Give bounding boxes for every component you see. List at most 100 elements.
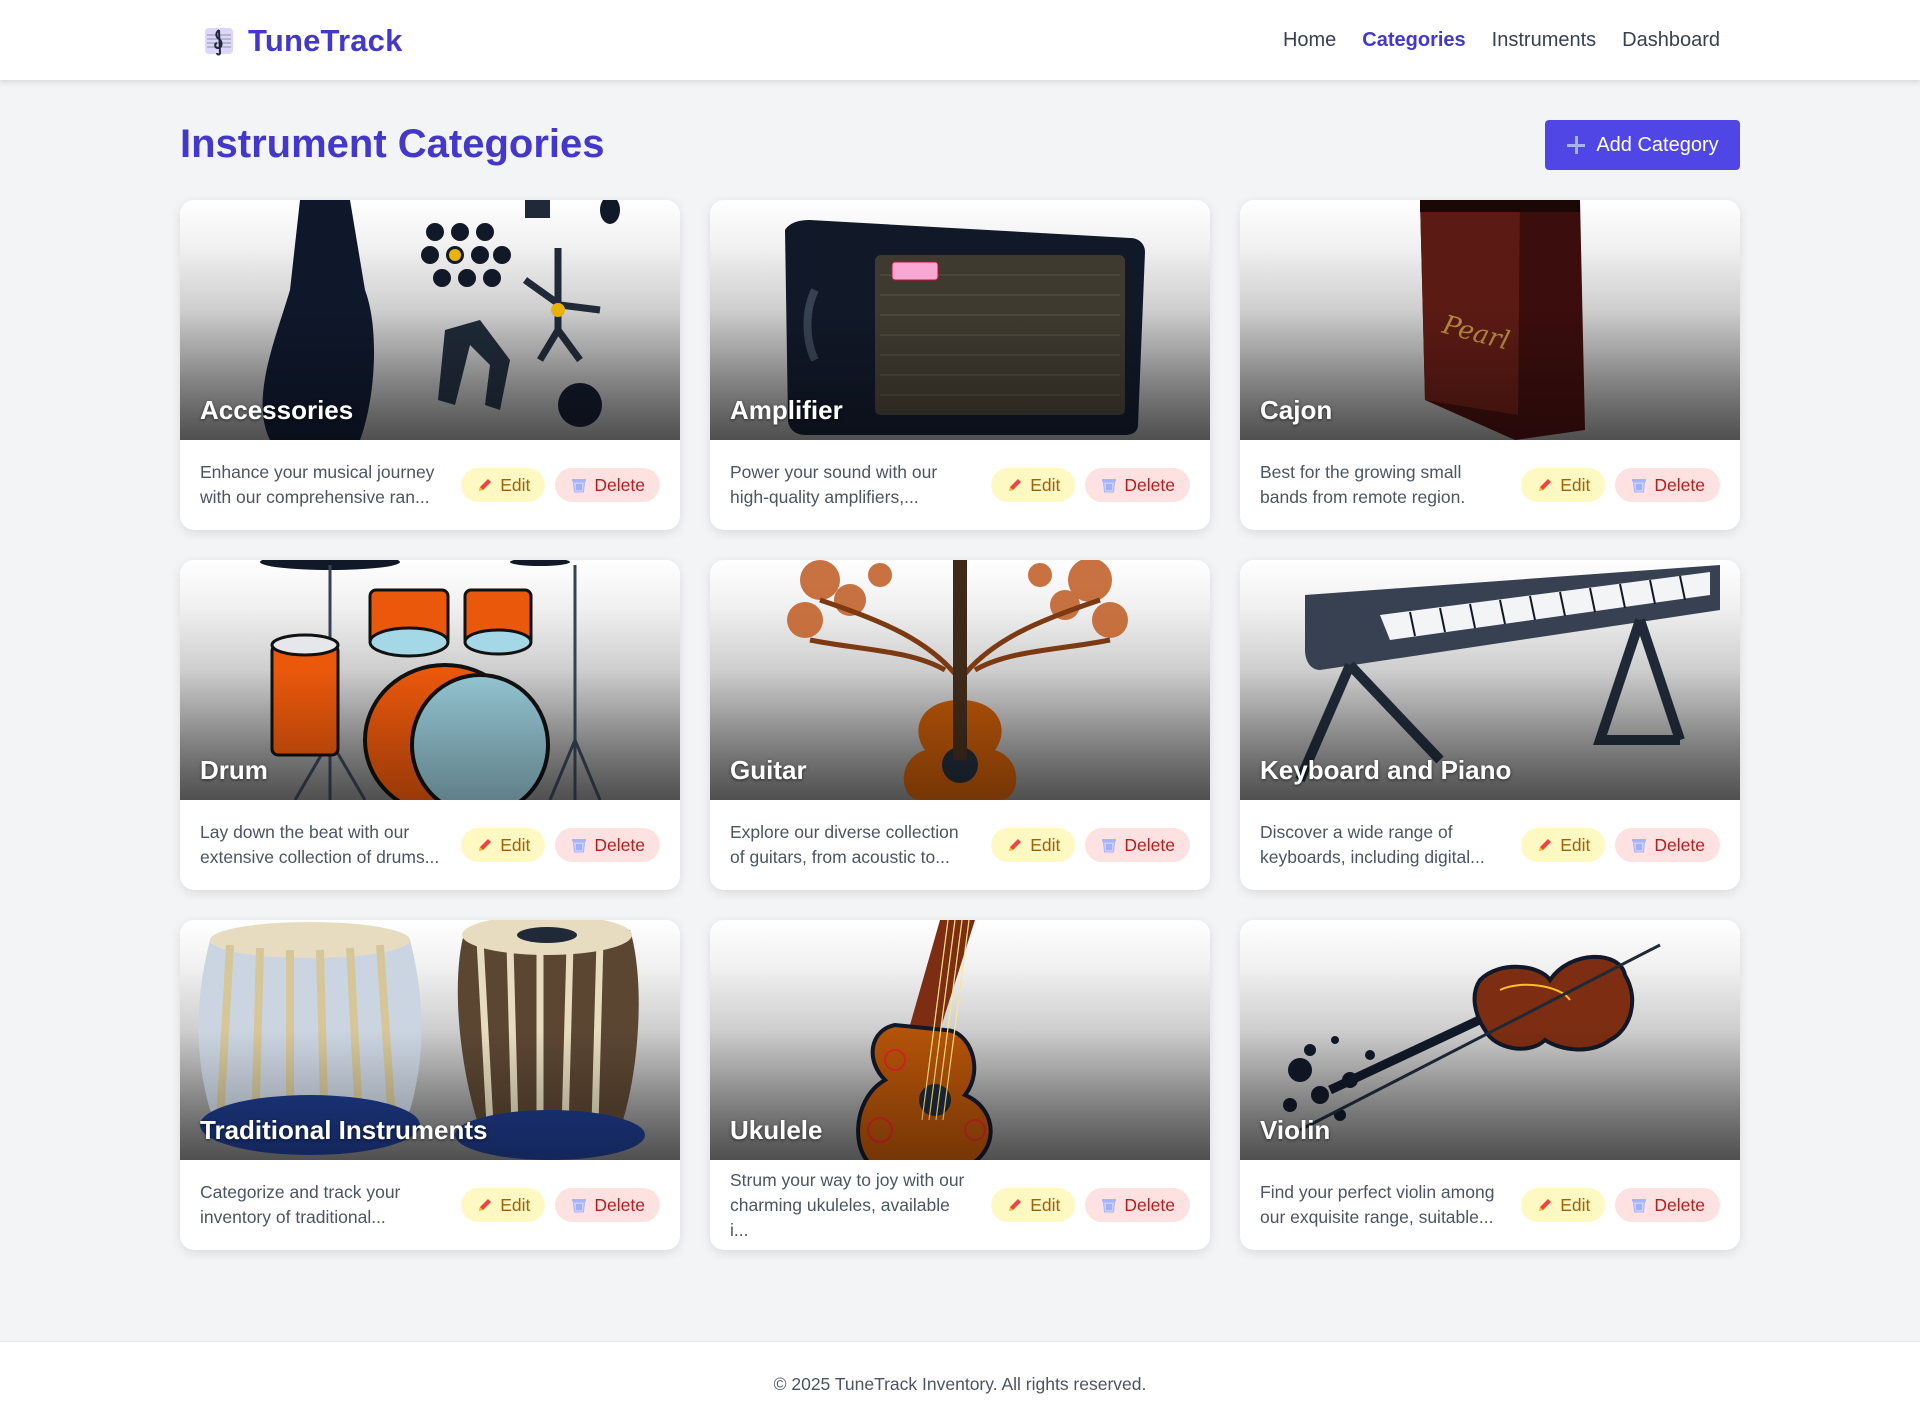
delete-button[interactable]: Delete [1085,1188,1190,1222]
category-title: Drum [200,755,268,785]
trash-icon [572,1199,587,1213]
category-title: Amplifier [730,395,843,425]
trash-icon [1102,839,1117,853]
trash-icon [1632,839,1647,853]
add-category-label: Add Category [1596,133,1719,156]
pencil-icon [479,839,492,851]
plus-icon [1566,135,1586,155]
category-title: Ukulele [730,1115,823,1145]
category-description: Categorize and track your inventory of t… [200,1182,401,1227]
edit-label: Edit [1560,834,1591,855]
nav-instruments[interactable]: Instruments [1492,29,1596,52]
category-grid: Accessories Enhance your musical journey… [180,200,1740,1250]
delete-label: Delete [1124,1194,1175,1215]
edit-button[interactable]: Edit [991,468,1076,502]
trash-icon [1102,479,1117,493]
edit-button[interactable]: Edit [991,1188,1076,1222]
pencil-icon [1009,479,1022,491]
page-title: Instrument Categories [180,122,605,166]
category-image: Guitar [710,560,1210,800]
edit-button[interactable]: Edit [1521,1188,1606,1222]
edit-button[interactable]: Edit [461,828,546,862]
category-image: Accessories [180,200,680,440]
delete-button[interactable]: Delete [1615,468,1720,502]
category-title: Violin [1260,1115,1331,1145]
edit-button[interactable]: Edit [1521,468,1606,502]
category-card: Violin Find your perfect violin among ou… [1240,920,1740,1250]
category-card: Ukulele Strum your way to joy with our c… [710,920,1210,1250]
card-body: Find your perfect violin among our exqui… [1240,1160,1740,1250]
edit-label: Edit [1560,1194,1591,1215]
card-actions: Edit Delete [991,828,1190,862]
delete-button[interactable]: Delete [1615,828,1720,862]
delete-button[interactable]: Delete [555,828,660,862]
delete-label: Delete [1654,474,1705,495]
pencil-icon [1009,839,1022,851]
trash-icon [1632,479,1647,493]
category-description: Strum your way to joy with our charming … [730,1169,965,1240]
trash-icon [572,839,587,853]
brand-link[interactable]: TuneTrack [202,22,403,60]
pencil-icon [1539,479,1552,491]
nav-categories[interactable]: Categories [1362,29,1465,52]
category-card: Pearl Cajon Best for the growing small b… [1240,200,1740,530]
add-category-button[interactable]: Add Category [1545,120,1740,170]
category-card: Traditional Instruments Categorize and t… [180,920,680,1250]
edit-label: Edit [500,834,531,855]
delete-label: Delete [594,1194,645,1215]
edit-button[interactable]: Edit [1521,828,1606,862]
category-title: Cajon [1260,395,1333,425]
category-title: Guitar [730,755,807,785]
category-image: Amplifier [710,200,1210,440]
edit-label: Edit [500,1194,531,1215]
pencil-icon [1539,839,1552,851]
category-title: Keyboard and Piano [1260,755,1512,785]
edit-label: Edit [500,474,531,495]
card-body: Strum your way to joy with our charming … [710,1160,1210,1250]
category-card: Amplifier Power your sound with our high… [710,200,1210,530]
card-body: Best for the growing small bands from re… [1240,440,1740,530]
card-body: Categorize and track your inventory of t… [180,1160,680,1250]
delete-label: Delete [1124,474,1175,495]
delete-label: Delete [594,474,645,495]
category-description: Explore our diverse collection of guitar… [730,822,959,867]
card-actions: Edit Delete [461,828,660,862]
pencil-icon [479,479,492,491]
trash-icon [1632,1199,1647,1213]
edit-button[interactable]: Edit [991,828,1076,862]
category-description: Lay down the beat with our extensive col… [200,822,440,867]
category-card: Guitar Explore our diverse collection of… [710,560,1210,890]
edit-button[interactable]: Edit [461,468,546,502]
category-description: Discover a wide range of keyboards, incl… [1260,822,1485,867]
card-body: Lay down the beat with our extensive col… [180,800,680,890]
nav-dashboard[interactable]: Dashboard [1622,29,1720,52]
delete-label: Delete [1654,1194,1705,1215]
pencil-icon [1009,1199,1022,1211]
delete-button[interactable]: Delete [1085,828,1190,862]
edit-button[interactable]: Edit [461,1188,546,1222]
delete-button[interactable]: Delete [555,1188,660,1222]
category-card: Keyboard and Piano Discover a wide range… [1240,560,1740,890]
trash-icon [1102,1199,1117,1213]
category-title: Accessories [200,395,354,425]
delete-button[interactable]: Delete [1615,1188,1720,1222]
card-body: Power your sound with our high-quality a… [710,440,1210,530]
nav-home[interactable]: Home [1283,29,1336,52]
card-actions: Edit Delete [991,1188,1190,1222]
trash-icon [572,479,587,493]
category-description: Find your perfect violin among our exqui… [1260,1182,1495,1227]
category-image: Violin [1240,920,1740,1160]
category-card: Accessories Enhance your musical journey… [180,200,680,530]
edit-label: Edit [1030,834,1061,855]
pencil-icon [479,1199,492,1211]
category-description: Power your sound with our high-quality a… [730,462,938,507]
category-card: Drum Lay down the beat with our extensiv… [180,560,680,890]
card-actions: Edit Delete [1521,468,1720,502]
edit-label: Edit [1030,1194,1061,1215]
pencil-icon [1539,1199,1552,1211]
delete-button[interactable]: Delete [555,468,660,502]
delete-label: Delete [594,834,645,855]
category-image: Keyboard and Piano [1240,560,1740,800]
card-body: Enhance your musical journey with our co… [180,440,680,530]
delete-button[interactable]: Delete [1085,468,1190,502]
